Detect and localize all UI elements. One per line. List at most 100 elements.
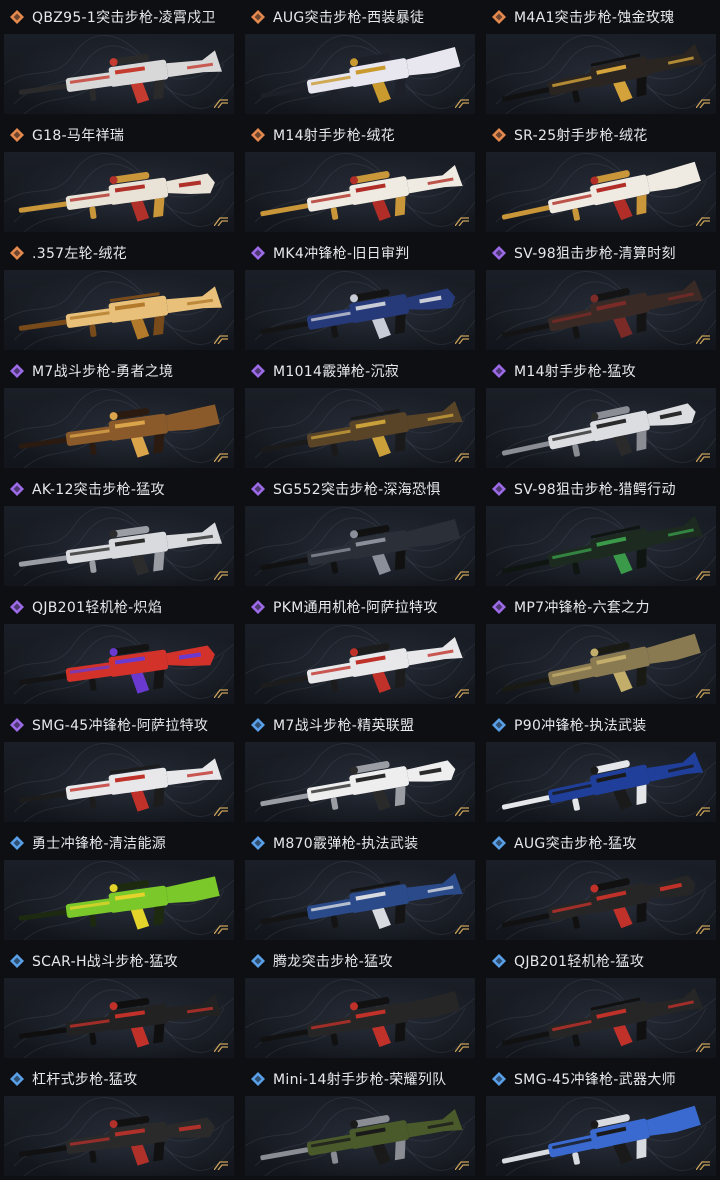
weapon-skin-image (501, 279, 704, 339)
skin-card[interactable]: QJB201轻机枪-猛攻 (482, 944, 720, 1062)
skin-card[interactable]: AUG突击步枪-猛攻 (482, 826, 720, 944)
skin-card-header: AK-12突击步枪-猛攻 (0, 472, 238, 506)
skin-card[interactable]: G18-马年祥瑞 (0, 118, 238, 236)
skin-name: SR-25射手步枪-绒花 (514, 128, 648, 144)
skin-card-header: P90冲锋枪-执法武装 (482, 708, 720, 742)
skin-card-header: M14射手步枪-绒花 (241, 118, 479, 152)
weapon-preview (486, 152, 716, 232)
skin-card[interactable]: MK4冲锋枪-旧日审判 (241, 236, 479, 354)
skin-name: QJB201轻机枪-猛攻 (514, 954, 645, 970)
skin-card[interactable]: P90冲锋枪-执法武装 (482, 708, 720, 826)
rarity-legendary-icon (10, 10, 24, 24)
weapon-preview (245, 1096, 475, 1176)
skin-card[interactable]: QJB201轻机枪-炽焰 (0, 590, 238, 708)
skin-card-header: SV-98狙击步枪-清算时刻 (482, 236, 720, 270)
rarity-rare-icon (251, 954, 265, 968)
rarity-epic-icon (10, 600, 24, 614)
skin-card[interactable]: 杠杆式步枪-猛攻 (0, 1062, 238, 1180)
skin-card[interactable]: SR-25射手步枪-绒花 (482, 118, 720, 236)
skin-card-header: M7战斗步枪-勇者之境 (0, 354, 238, 388)
skin-card[interactable]: M7战斗步枪-勇者之境 (0, 354, 238, 472)
weapon-preview (4, 270, 234, 350)
weapon-skin-image (501, 875, 696, 929)
skin-card[interactable]: SV-98狙击步枪-猎鳄行动 (482, 472, 720, 590)
corner-emblem-icon (696, 453, 710, 462)
corner-emblem-icon (455, 453, 469, 462)
skin-card[interactable]: M14射手步枪-猛攻 (482, 354, 720, 472)
corner-emblem-icon (696, 1043, 710, 1052)
skin-card[interactable]: M1014霰弹枪-沉寂 (241, 354, 479, 472)
skin-card-header: SCAR-H战斗步枪-猛攻 (0, 944, 238, 978)
skin-card[interactable]: SCAR-H战斗步枪-猛攻 (0, 944, 238, 1062)
skin-card[interactable]: M4A1突击步枪-蚀金玫瑰 (482, 0, 720, 118)
skin-card[interactable]: SMG-45冲锋枪-武器大师 (482, 1062, 720, 1180)
rarity-rare-icon (251, 836, 265, 850)
skin-name: M7战斗步枪-精英联盟 (273, 718, 415, 734)
skin-card[interactable]: .357左轮-绒花 (0, 236, 238, 354)
rarity-epic-icon (10, 718, 24, 732)
weapon-preview (4, 34, 234, 114)
skin-card-header: M1014霰弹枪-沉寂 (241, 354, 479, 388)
skin-card[interactable]: PKM通用机枪-阿萨拉特攻 (241, 590, 479, 708)
skin-card[interactable]: SMG-45冲锋枪-阿萨拉特攻 (0, 708, 238, 826)
corner-emblem-icon (455, 1161, 469, 1170)
corner-emblem-icon (696, 335, 710, 344)
weapon-preview (486, 34, 716, 114)
weapon-preview (245, 388, 475, 468)
rarity-epic-icon (10, 364, 24, 378)
rarity-rare-icon (492, 718, 506, 732)
corner-emblem-icon (696, 689, 710, 698)
rarity-epic-icon (492, 246, 506, 260)
skin-card[interactable]: MP7冲锋枪-六套之力 (482, 590, 720, 708)
skin-card-header: QJB201轻机枪-炽焰 (0, 590, 238, 624)
skin-name: 勇士冲锋枪-清洁能源 (32, 836, 167, 852)
weapon-preview (245, 860, 475, 940)
weapon-preview (486, 270, 716, 350)
weapon-skin-image (501, 987, 704, 1047)
weapon-skin-image (501, 1105, 701, 1165)
weapon-skin-image (18, 404, 220, 458)
skin-card[interactable]: AUG突击步枪-西装暴徒 (241, 0, 479, 118)
skin-name: 腾龙突击步枪-猛攻 (273, 954, 393, 970)
corner-emblem-icon (214, 99, 228, 108)
weapon-preview (4, 978, 234, 1058)
skin-card[interactable]: SG552突击步枪-深海恐惧 (241, 472, 479, 590)
skin-card[interactable]: AK-12突击步枪-猛攻 (0, 472, 238, 590)
weapon-skin-image (18, 50, 222, 104)
corner-emblem-icon (455, 99, 469, 108)
skin-card[interactable]: QBZ95-1突击步枪-凌霄戍卫 (0, 0, 238, 118)
weapon-preview (245, 270, 475, 350)
skin-name: M4A1突击步枪-蚀金玫瑰 (514, 10, 675, 26)
weapon-skin-image (501, 161, 701, 221)
rarity-epic-icon (251, 246, 265, 260)
rarity-rare-icon (10, 1072, 24, 1086)
rarity-epic-icon (251, 600, 265, 614)
skin-card[interactable]: Mini-14射手步枪-荣耀列队 (241, 1062, 479, 1180)
corner-emblem-icon (696, 807, 710, 816)
skin-card[interactable]: M14射手步枪-绒花 (241, 118, 479, 236)
weapon-skin-image (260, 1109, 463, 1165)
weapon-preview (4, 624, 234, 704)
skin-name: 杠杆式步枪-猛攻 (32, 1072, 138, 1088)
corner-emblem-icon (214, 453, 228, 462)
skin-name: AUG突击步枪-西装暴徒 (273, 10, 425, 26)
skin-card[interactable]: 腾龙突击步枪-猛攻 (241, 944, 479, 1062)
skin-card-header: .357左轮-绒花 (0, 236, 238, 270)
skin-card-header: AUG突击步枪-猛攻 (482, 826, 720, 860)
corner-emblem-icon (455, 807, 469, 816)
skin-card-header: QBZ95-1突击步枪-凌霄戍卫 (0, 0, 238, 34)
weapon-preview (486, 388, 716, 468)
skin-card[interactable]: M870霰弹枪-执法武装 (241, 826, 479, 944)
corner-emblem-icon (214, 807, 228, 816)
skin-name: SV-98狙击步枪-清算时刻 (514, 246, 676, 262)
skin-card-header: 腾龙突击步枪-猛攻 (241, 944, 479, 978)
weapon-skin-image (18, 171, 215, 222)
skin-name: MP7冲锋枪-六套之力 (514, 600, 650, 616)
corner-emblem-icon (214, 571, 228, 580)
skin-card[interactable]: M7战斗步枪-精英联盟 (241, 708, 479, 826)
skin-card[interactable]: SV-98狙击步枪-清算时刻 (482, 236, 720, 354)
skin-card-header: SV-98狙击步枪-猎鳄行动 (482, 472, 720, 506)
corner-emblem-icon (455, 571, 469, 580)
skin-card[interactable]: 勇士冲锋枪-清洁能源 (0, 826, 238, 944)
skin-card-header: QJB201轻机枪-猛攻 (482, 944, 720, 978)
